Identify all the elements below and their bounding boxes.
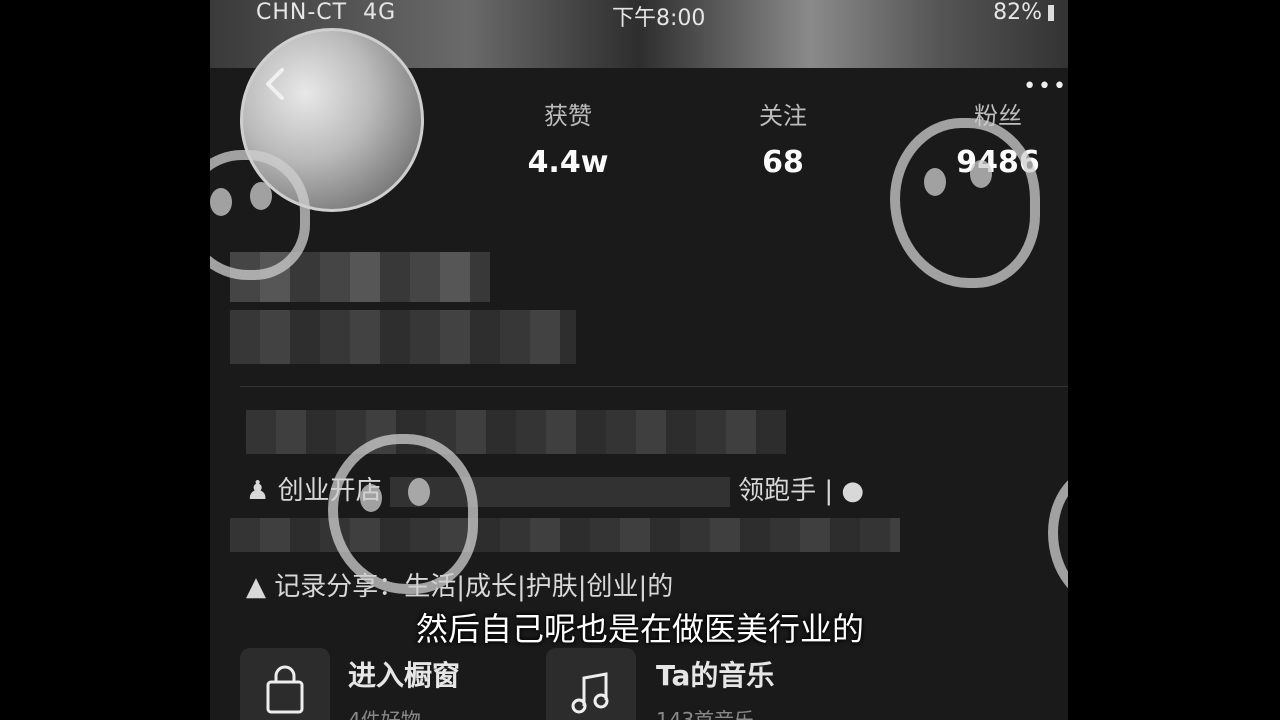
stat-label: 关注 bbox=[759, 102, 807, 130]
triangle-icon: ▲ bbox=[246, 572, 266, 602]
showcase-title: 进入橱窗 bbox=[348, 659, 461, 692]
divider bbox=[240, 386, 1068, 387]
music-subtitle: 143首音乐 bbox=[656, 708, 755, 720]
shopping-bag-icon bbox=[266, 665, 304, 714]
music-title: Ta的音乐 bbox=[656, 659, 775, 692]
figure-icon: ♟ bbox=[246, 476, 270, 506]
back-arrow-icon[interactable] bbox=[258, 64, 294, 104]
battery-indicator: 82% bbox=[993, 0, 1054, 25]
pixelated-bio-line bbox=[246, 410, 786, 454]
watermark-mascot-icon bbox=[890, 118, 1040, 288]
pixelated-user-id bbox=[230, 310, 576, 364]
clock: 下午8:00 bbox=[612, 6, 706, 31]
stat-following[interactable]: 关注 68 bbox=[713, 96, 853, 180]
strawberry-icon: ● bbox=[841, 476, 865, 506]
stat-likes[interactable]: 获赞 4.4w bbox=[498, 96, 638, 180]
battery-icon bbox=[1048, 5, 1054, 21]
showcase-subtitle: 4件好物 bbox=[348, 708, 421, 720]
stat-value: 4.4w bbox=[527, 145, 609, 180]
showcase-button[interactable] bbox=[240, 648, 330, 720]
stat-value: 68 bbox=[762, 145, 804, 180]
status-bar: CHN-CT 4G 下午8:00 82% bbox=[210, 0, 1068, 31]
video-subtitle: 然后自己呢也是在做医美行业的 bbox=[415, 610, 864, 648]
music-button[interactable] bbox=[546, 648, 636, 720]
carrier-label: CHN-CT 4G bbox=[256, 0, 397, 25]
watermark-mascot-icon bbox=[1048, 466, 1068, 606]
music-note-icon bbox=[571, 672, 609, 714]
stat-label: 获赞 bbox=[544, 102, 592, 130]
